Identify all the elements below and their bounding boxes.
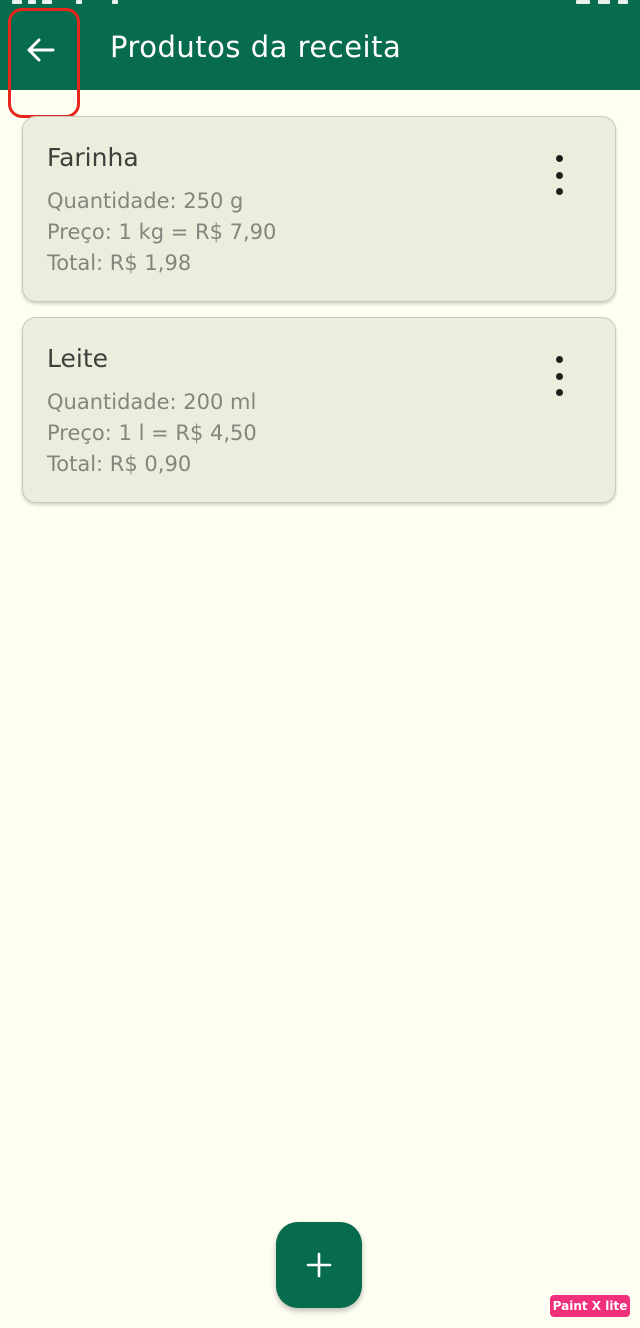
product-quantity: Quantidade: 200 ml xyxy=(47,390,257,414)
status-bar xyxy=(0,0,640,6)
more-options-button[interactable] xyxy=(547,356,571,396)
page-title: Produtos da receita xyxy=(110,30,402,64)
product-quantity: Quantidade: 250 g xyxy=(47,189,244,213)
product-name: Leite xyxy=(47,344,108,373)
product-total: Total: R$ 1,98 xyxy=(47,251,192,275)
product-name: Farinha xyxy=(47,143,139,172)
watermark-badge: Paint X lite xyxy=(550,1295,630,1317)
more-vertical-icon xyxy=(555,356,563,363)
app-bar: Produtos da receita xyxy=(0,0,640,90)
product-total: Total: R$ 0,90 xyxy=(47,452,192,476)
product-card-farinha[interactable]: Farinha Quantidade: 250 g Preço: 1 kg = … xyxy=(22,116,616,302)
highlight-annotation xyxy=(8,8,80,118)
product-price: Preço: 1 l = R$ 4,50 xyxy=(47,421,257,445)
product-price: Preço: 1 kg = R$ 7,90 xyxy=(47,220,277,244)
product-card-leite[interactable]: Leite Quantidade: 200 ml Preço: 1 l = R$… xyxy=(22,317,616,503)
more-options-button[interactable] xyxy=(547,155,571,195)
plus-icon xyxy=(306,1252,332,1278)
more-vertical-icon xyxy=(555,155,563,162)
add-product-button[interactable] xyxy=(276,1222,362,1308)
